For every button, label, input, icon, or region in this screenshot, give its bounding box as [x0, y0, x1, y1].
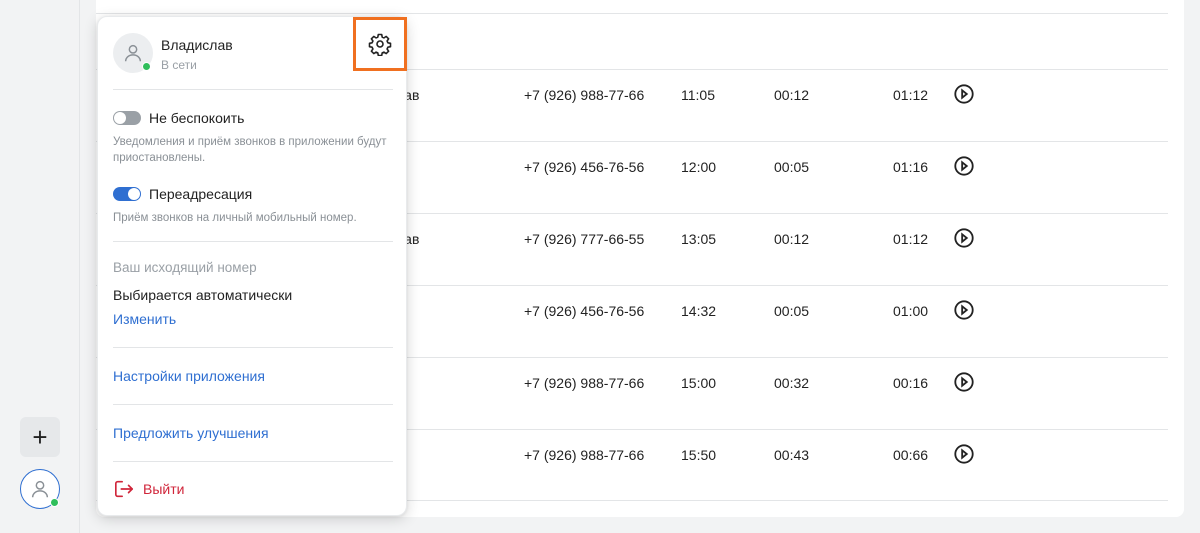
play-icon[interactable]	[953, 443, 975, 465]
wait-time: 00:05	[774, 303, 810, 319]
call-duration: 00:66	[893, 447, 929, 463]
wait-time: 00:43	[774, 447, 810, 463]
profile-avatar	[113, 33, 153, 73]
divider	[113, 461, 393, 462]
app-root: + лав р +7 (926) 988-77-66 11:05 00:12 0…	[0, 0, 1200, 533]
logout-label: Выйти	[143, 481, 185, 497]
play-icon[interactable]	[953, 83, 975, 105]
plus-icon: +	[32, 422, 48, 452]
logout-button[interactable]: Выйти	[113, 479, 184, 499]
wait-time: 00:05	[774, 159, 810, 175]
play-icon[interactable]	[953, 299, 975, 321]
profile-status: В сети	[161, 58, 197, 72]
gear-icon	[368, 33, 392, 56]
call-time: 15:00	[681, 375, 717, 391]
phone-number: +7 (926) 456-76-56	[524, 159, 645, 175]
dnd-description: Уведомления и приём звонков в приложении…	[113, 136, 387, 164]
divider	[113, 347, 393, 348]
call-duration: 01:16	[893, 159, 929, 175]
profile-popup: Владислав В сети Не беспокоить Уведомлен…	[97, 16, 407, 516]
left-rail: +	[0, 0, 80, 533]
play-icon[interactable]	[953, 227, 975, 249]
forwarding-label: Переадресация	[149, 186, 253, 202]
rail-avatar[interactable]	[20, 469, 60, 509]
call-time: 13:05	[681, 231, 717, 247]
outgoing-number-title: Ваш исходящий номер	[113, 260, 257, 275]
forwarding-toggle[interactable]	[113, 187, 141, 201]
call-time: 14:32	[681, 303, 717, 319]
online-indicator	[50, 498, 59, 507]
user-icon	[124, 44, 142, 62]
call-duration: 00:16	[893, 375, 929, 391]
settings-button[interactable]	[353, 17, 407, 71]
call-duration: 01:00	[893, 303, 929, 319]
profile-name: Владислав	[161, 37, 233, 53]
wait-time: 00:32	[774, 375, 810, 391]
user-icon	[31, 480, 49, 498]
outgoing-number-value: Выбирается автоматически	[113, 287, 293, 303]
wait-time: 00:12	[774, 231, 810, 247]
dnd-label: Не беспокоить	[149, 110, 245, 126]
phone-number: +7 (926) 988-77-66	[524, 447, 645, 463]
call-duration: 01:12	[893, 231, 929, 247]
play-icon[interactable]	[953, 371, 975, 393]
dnd-toggle[interactable]	[113, 111, 141, 125]
phone-number: +7 (926) 988-77-66	[524, 87, 645, 103]
call-duration: 01:12	[893, 87, 929, 103]
wait-time: 00:12	[774, 87, 810, 103]
change-outgoing-link[interactable]: Изменить	[113, 311, 176, 327]
online-indicator	[142, 62, 151, 71]
toggle-knob	[128, 188, 140, 200]
divider	[113, 241, 393, 242]
play-icon[interactable]	[953, 155, 975, 177]
divider	[113, 89, 393, 90]
suggest-improvements-link[interactable]: Предложить улучшения	[113, 425, 269, 441]
forwarding-description: Приём звонков на личный мобильный номер.	[113, 212, 357, 224]
phone-number: +7 (926) 777-66-55	[524, 231, 645, 247]
phone-number: +7 (926) 988-77-66	[524, 375, 645, 391]
add-button[interactable]: +	[20, 417, 60, 457]
divider	[113, 404, 393, 405]
call-time: 12:00	[681, 159, 717, 175]
call-time: 11:05	[681, 87, 715, 103]
phone-number: +7 (926) 456-76-56	[524, 303, 645, 319]
call-time: 15:50	[681, 447, 717, 463]
toggle-knob	[114, 112, 126, 124]
logout-icon	[115, 480, 133, 498]
app-settings-link[interactable]: Настройки приложения	[113, 368, 265, 384]
